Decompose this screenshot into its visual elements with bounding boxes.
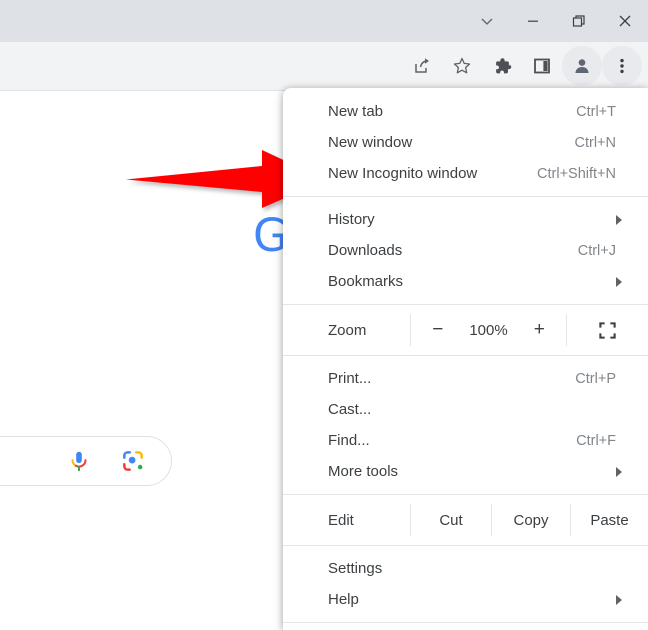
menu-item-shortcut: Ctrl+P: [575, 370, 616, 387]
chevron-down-icon: [481, 18, 493, 25]
browser-toolbar: [0, 42, 648, 123]
google-logo: G: [253, 209, 288, 262]
menu-row-edit: Edit Cut Copy Paste: [283, 502, 648, 538]
zoom-in-button[interactable]: +: [534, 319, 545, 341]
fullscreen-icon: [599, 321, 616, 339]
menu-group-tools: Print... Ctrl+P Cast... Find... Ctrl+F M…: [283, 363, 648, 487]
menu-separator: [283, 355, 648, 356]
share-icon: [415, 58, 429, 73]
menu-item-shortcut: Ctrl+F: [576, 432, 616, 449]
three-dot-menu-icon: [620, 58, 624, 74]
menu-item-bookmarks[interactable]: Bookmarks: [283, 266, 648, 297]
menu-item-new-tab[interactable]: New tab Ctrl+T: [283, 96, 648, 127]
side-panel-button[interactable]: [522, 46, 562, 86]
menu-group-browse: History Downloads Ctrl+J Bookmarks: [283, 204, 648, 297]
zoom-out-button[interactable]: −: [432, 319, 443, 341]
menu-separator: [283, 545, 648, 546]
menu-item-label: Bookmarks: [328, 273, 404, 290]
microphone-icon[interactable]: [66, 448, 92, 479]
tab-strip: [0, 0, 648, 42]
menu-item-label: Settings: [328, 560, 383, 577]
zoom-controls: − 100% +: [411, 312, 566, 348]
chevron-right-icon: [616, 214, 622, 225]
window-controls: [464, 0, 648, 42]
minimize-icon: [528, 20, 538, 22]
menu-separator: [283, 494, 648, 495]
menu-item-shortcut: Ctrl+T: [576, 103, 616, 120]
close-button[interactable]: [602, 0, 648, 42]
menu-row-zoom: Zoom − 100% +: [283, 312, 648, 348]
restore-icon: [572, 15, 585, 27]
zoom-label: Zoom: [328, 321, 367, 339]
zoom-level-value: 100%: [469, 321, 508, 339]
menu-group-settings: Settings Help: [283, 553, 648, 615]
minimize-button[interactable]: [510, 0, 556, 42]
menu-item-shortcut: Ctrl+Shift+N: [537, 165, 616, 182]
tab-search-chevron-down-button[interactable]: [464, 0, 510, 42]
bookmark-star-button[interactable]: [442, 46, 482, 86]
menu-item-label: Find...: [328, 432, 370, 449]
copy-button[interactable]: Copy: [492, 502, 570, 538]
bookmark-star-icon: [453, 57, 471, 74]
paste-button[interactable]: Paste: [571, 502, 648, 538]
menu-separator: [283, 196, 648, 197]
close-icon: [619, 15, 631, 27]
menu-item-cast[interactable]: Cast...: [283, 394, 648, 425]
menu-separator: [283, 304, 648, 305]
menu-item-label: Cast...: [328, 401, 372, 418]
google-lens-icon[interactable]: [120, 448, 146, 479]
menu-item-label: More tools: [328, 463, 399, 480]
extensions-button[interactable]: [482, 46, 522, 86]
toolbar-actions: [402, 42, 642, 90]
menu-item-label: Print...: [328, 370, 372, 387]
menu-item-shortcut: Ctrl+J: [577, 242, 616, 259]
menu-group-new: New tab Ctrl+T New window Ctrl+N New Inc…: [283, 96, 648, 189]
cut-button[interactable]: Cut: [411, 502, 491, 538]
side-panel-icon: [534, 58, 550, 74]
profile-avatar-icon: [575, 59, 589, 73]
menu-item-more-tools[interactable]: More tools: [283, 456, 648, 487]
three-dot-menu-button[interactable]: [602, 46, 642, 86]
menu-item-label: Downloads: [328, 242, 403, 259]
menu-item-shortcut: Ctrl+N: [574, 134, 617, 151]
menu-item-label: History: [328, 211, 375, 228]
chrome-three-dot-menu: New tab Ctrl+T New window Ctrl+N New Inc…: [283, 88, 648, 630]
menu-item-new-incognito-window[interactable]: New Incognito window Ctrl+Shift+N: [283, 158, 648, 189]
chevron-right-icon: [616, 276, 622, 287]
profile-avatar-button[interactable]: [562, 46, 602, 86]
menu-item-print[interactable]: Print... Ctrl+P: [283, 363, 648, 394]
edit-label: Edit: [328, 511, 354, 529]
restore-button[interactable]: [556, 0, 602, 42]
menu-item-settings[interactable]: Settings: [283, 553, 648, 584]
extensions-puzzle-icon: [495, 57, 511, 73]
share-button[interactable]: [402, 46, 442, 86]
menu-item-downloads[interactable]: Downloads Ctrl+J: [283, 235, 648, 266]
menu-item-label: New window: [328, 134, 413, 151]
fullscreen-button[interactable]: [567, 312, 648, 348]
menu-separator: [283, 622, 648, 623]
menu-item-label: New tab: [328, 103, 384, 120]
menu-item-label: New Incognito window: [328, 165, 478, 182]
menu-item-history[interactable]: History: [283, 204, 648, 235]
menu-item-new-window[interactable]: New window Ctrl+N: [283, 127, 648, 158]
chevron-right-icon: [616, 466, 622, 477]
menu-item-find[interactable]: Find... Ctrl+F: [283, 425, 648, 456]
